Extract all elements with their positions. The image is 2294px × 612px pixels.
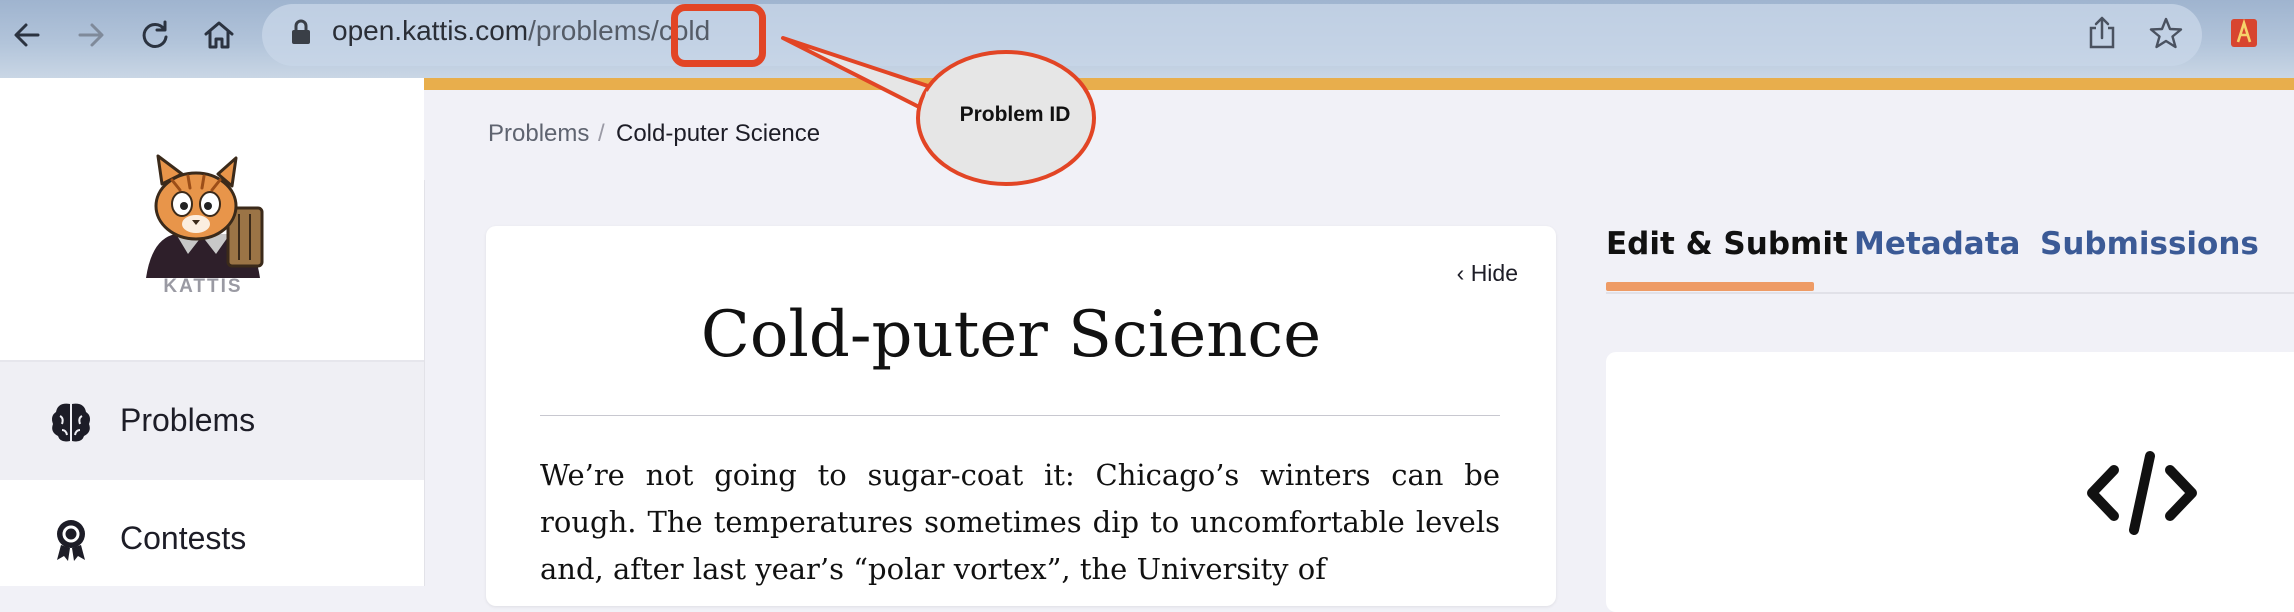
brand-name: KATTIS	[163, 276, 243, 297]
url-host: open.kattis.com	[332, 15, 529, 46]
tab-edit-submit[interactable]: Edit & Submit	[1606, 226, 1848, 262]
home-icon[interactable]	[200, 16, 238, 54]
accent-strip	[424, 78, 2294, 90]
back-icon[interactable]	[8, 16, 46, 54]
problem-statement-card: ‹ Hide Cold-puter Science We’re not goin…	[486, 226, 1556, 606]
problem-body-text: We’re not going to sugar-coat it: Chicag…	[540, 458, 1500, 586]
breadcrumb-link-problems[interactable]: Problems	[488, 120, 589, 148]
lock-icon	[290, 18, 312, 46]
breadcrumb-separator: /	[598, 120, 605, 147]
problem-title: Cold-puter Science	[700, 298, 1322, 372]
title-divider	[540, 415, 1500, 416]
brain-icon	[50, 400, 92, 444]
url-text[interactable]: open.kattis.com/problems/cold	[332, 14, 710, 48]
hide-button[interactable]: ‹ Hide	[1457, 260, 1518, 287]
extension-icon[interactable]	[2228, 16, 2260, 50]
kattis-logo[interactable]	[136, 150, 272, 280]
browser-toolbar: open.kattis.com/problems/cold	[0, 0, 2294, 78]
sidebar-item-label: Contests	[120, 520, 247, 556]
award-ribbon-icon	[50, 518, 92, 562]
tabs-baseline	[1606, 292, 2294, 294]
hide-label: Hide	[1470, 260, 1518, 286]
star-icon[interactable]	[2148, 16, 2184, 50]
tab-submissions[interactable]: Submissions	[2040, 226, 2259, 262]
reload-icon[interactable]	[136, 16, 174, 54]
tab-metadata[interactable]: Metadata	[1854, 226, 2020, 262]
sidebar-item-contests[interactable]: Contests	[0, 480, 424, 598]
problem-id-highlight-box	[671, 4, 766, 67]
problem-tabs: Edit & Submit Metadata Submissions	[1606, 220, 2294, 294]
submit-panel	[1606, 352, 2294, 612]
chevron-left-icon: ‹	[1456, 260, 1465, 286]
code-icon	[2084, 448, 2200, 538]
callout-label: Problem ID	[959, 103, 1071, 126]
share-icon[interactable]	[2086, 14, 2118, 50]
active-tab-indicator	[1606, 282, 1814, 291]
sidebar: KATTIS Problems Contests	[0, 78, 425, 586]
forward-icon[interactable]	[72, 16, 110, 54]
breadcrumb: Problems / Cold-puter Science	[424, 90, 2294, 180]
breadcrumb-current: Cold-puter Science	[616, 120, 821, 147]
sidebar-item-label: Problems	[120, 402, 256, 438]
sidebar-item-problems[interactable]: Problems	[0, 362, 424, 480]
